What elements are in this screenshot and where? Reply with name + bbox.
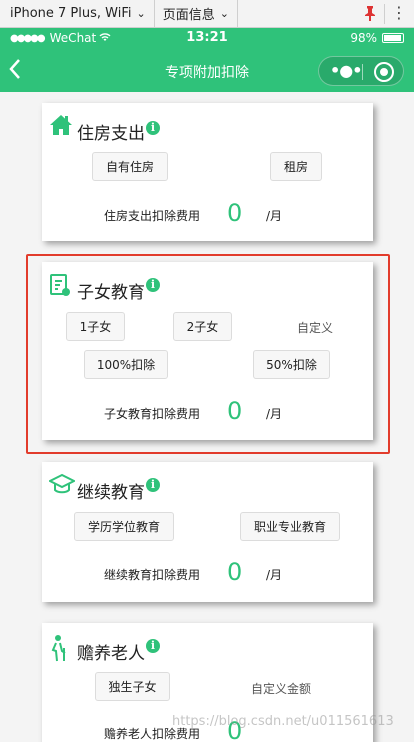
watermark: https://blog.csdn.net/u011561613 bbox=[172, 714, 394, 729]
housing-title: 住房支出 bbox=[77, 124, 145, 144]
custom-amount-option[interactable]: 自定义金额 bbox=[251, 680, 311, 697]
battery-icon bbox=[382, 33, 404, 43]
more-vertical-icon[interactable]: ⋮ bbox=[391, 3, 407, 22]
toolbar-divider bbox=[384, 4, 385, 24]
rent-button[interactable]: 租房 bbox=[270, 152, 322, 181]
education-fee-unit: /月 bbox=[266, 568, 283, 582]
info-icon[interactable]: i bbox=[146, 639, 160, 653]
vocational-education-button[interactable]: 职业专业教育 bbox=[240, 512, 340, 541]
own-house-button[interactable]: 自有住房 bbox=[92, 152, 168, 181]
info-icon[interactable]: i bbox=[146, 121, 160, 135]
education-fee-label: 继续教育扣除费用 bbox=[104, 568, 201, 582]
devtools-toolbar: iPhone 7 Plus, WiFi ⌄ 页面信息 ⌄ ⋮ bbox=[0, 0, 414, 28]
education-fee-value: 0 bbox=[227, 558, 243, 586]
housing-fee-unit: /月 bbox=[266, 209, 283, 223]
continuing-education-card: 继续教育 i 学历学位教育 职业专业教育 继续教育扣除费用 0 /月 bbox=[42, 462, 373, 602]
battery-percent: 98% bbox=[350, 31, 377, 45]
capsule-divider bbox=[362, 64, 363, 80]
more-icon[interactable]: •●• bbox=[330, 62, 362, 80]
education-title: 继续教育 bbox=[77, 483, 145, 503]
status-right: 98% bbox=[350, 31, 404, 45]
close-miniprogram-icon[interactable] bbox=[374, 62, 394, 82]
device-selector[interactable]: iPhone 7 Plus, WiFi ⌄ bbox=[0, 0, 155, 28]
only-child-button[interactable]: 独生子女 bbox=[95, 672, 170, 701]
page-info-selector[interactable]: 页面信息 ⌄ bbox=[155, 0, 238, 28]
house-icon bbox=[49, 114, 73, 140]
chevron-down-icon: ⌄ bbox=[136, 7, 146, 20]
housing-fee-value: 0 bbox=[227, 199, 243, 227]
page-info-label: 页面信息 bbox=[162, 8, 215, 23]
pin-icon[interactable] bbox=[364, 5, 376, 25]
chevron-down-icon: ⌄ bbox=[219, 7, 229, 20]
housing-card: 住房支出 i 自有住房 租房 住房支出扣除费用 0 /月 bbox=[42, 103, 373, 241]
highlight-box bbox=[26, 254, 390, 454]
degree-education-button[interactable]: 学历学位教育 bbox=[74, 512, 174, 541]
menu-capsule: •●• bbox=[318, 56, 404, 86]
elderly-title: 赡养老人 bbox=[77, 644, 145, 664]
app-header: ●●●●● WeChat 13:21 98% 专项附加扣除 •●• bbox=[0, 28, 414, 92]
device-label: iPhone 7 Plus, WiFi bbox=[10, 6, 132, 21]
elderly-person-icon bbox=[49, 634, 73, 662]
info-icon[interactable]: i bbox=[146, 478, 160, 492]
graduation-cap-icon bbox=[47, 473, 77, 499]
housing-fee-label: 住房支出扣除费用 bbox=[104, 209, 201, 223]
